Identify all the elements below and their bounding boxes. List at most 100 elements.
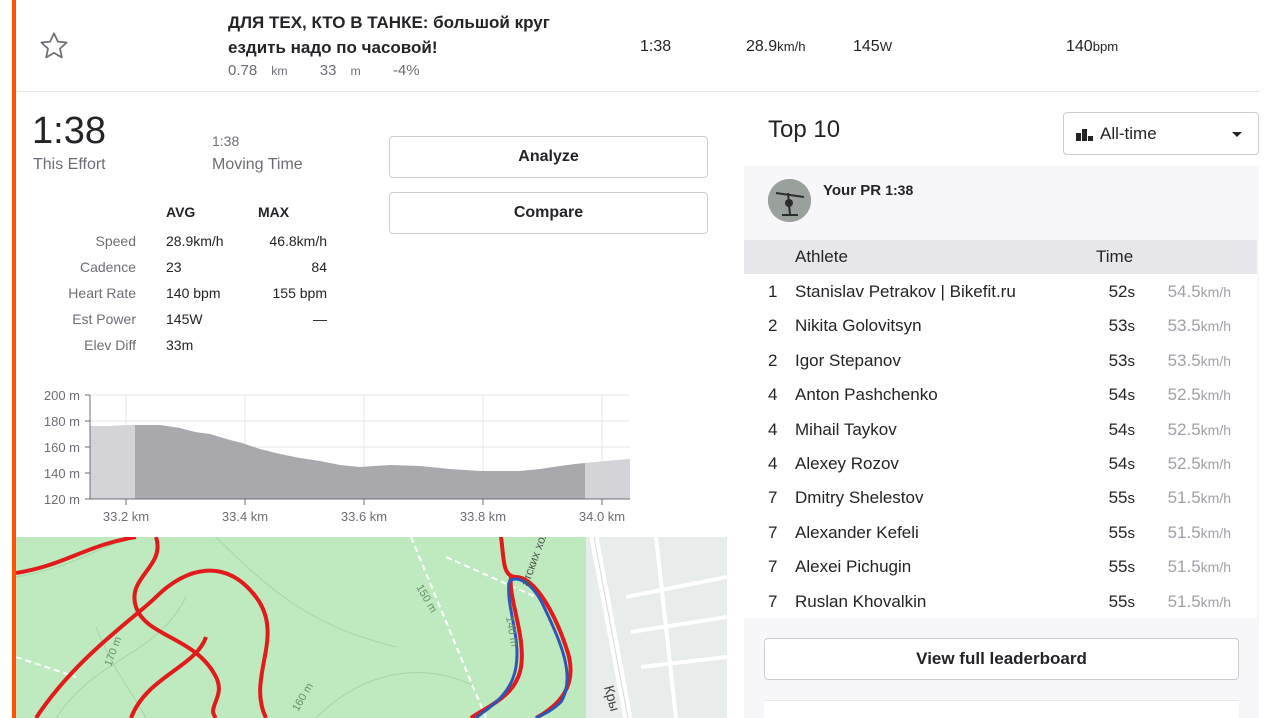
x-tick-label: 34.0 km xyxy=(579,509,625,524)
effort-time: 54s xyxy=(1108,419,1135,439)
segment-row[interactable]: ДЛЯ ТЕХ, КТО В ТАНКЕ: большой круг ездит… xyxy=(16,0,1260,92)
leaderboard-row[interactable]: 7 Alexei Pichugin 55s 51.5km/h xyxy=(744,549,1257,583)
y-tick-label: 160 m xyxy=(44,440,80,455)
rank: 2 xyxy=(768,316,778,336)
effort-speed: 52.5km/h xyxy=(1167,419,1231,439)
rank: 4 xyxy=(768,385,778,405)
x-tick-label: 33.2 km xyxy=(103,509,149,524)
leaderboard-header: Athlete Time xyxy=(744,240,1257,274)
avg-header: AVG xyxy=(166,204,196,220)
leaderboard-filter-label: All-time xyxy=(1100,124,1157,143)
leaderboard-panel: Your PR 1:38 Athlete Time 1 Stanislav Pet… xyxy=(744,166,1259,718)
leaderboard-row[interactable]: 7 Alexander Kefeli 55s 51.5km/h xyxy=(744,515,1257,549)
elevation-chart[interactable]: 200 m 180 m 160 m 140 m 120 m 33.2 km 33… xyxy=(30,385,640,530)
stat-label: Heart Rate xyxy=(68,285,136,301)
chevron-down-icon xyxy=(1232,132,1242,137)
segment-heart-rate: 140bpm xyxy=(1066,38,1119,55)
athlete-name[interactable]: Ruslan Khovalkin xyxy=(795,592,926,612)
effort-speed: 51.5km/h xyxy=(1167,557,1231,577)
stat-label: Speed xyxy=(95,233,136,249)
effort-time: 55s xyxy=(1108,591,1135,611)
leaderboard-filter-dropdown[interactable]: All-time xyxy=(1063,112,1259,155)
y-tick-label: 140 m xyxy=(44,466,80,481)
leaderboard-icon xyxy=(1076,129,1093,141)
stat-max: 84 xyxy=(311,259,327,275)
rank: 4 xyxy=(768,453,778,473)
athlete-name[interactable]: Alexander Kefeli xyxy=(795,523,919,543)
stat-max: 155 bpm xyxy=(272,285,327,301)
athlete-name[interactable]: Anton Pashchenko xyxy=(795,385,938,405)
rank: 4 xyxy=(768,419,778,439)
pr-time: 1:38 xyxy=(885,182,914,198)
stat-avg: 33m xyxy=(166,337,194,353)
map-contour-label: 150 m xyxy=(413,583,439,615)
map-contour-label: 160 m xyxy=(290,681,316,713)
y-tick-label: 180 m xyxy=(44,414,80,429)
effort-speed: 51.5km/h xyxy=(1167,488,1231,508)
leaderboard-row[interactable]: 2 Igor Stepanov 53s 53.5km/h xyxy=(744,343,1257,377)
leaderboard-row[interactable]: 1 Stanislav Petrakov | Bikefit.ru 52s 54.5k… xyxy=(744,274,1257,308)
segment-map[interactable]: 150 m 170 m 160 m 140 m атских холмах Кр… xyxy=(16,537,727,718)
leaderboard-title: Top 10 xyxy=(768,116,841,143)
moving-time: 1:38 xyxy=(212,133,240,149)
moving-time-label: Moving Time xyxy=(212,156,303,173)
header-athlete: Athlete xyxy=(795,247,848,266)
x-tick-label: 33.4 km xyxy=(222,509,268,524)
rank: 7 xyxy=(768,591,778,611)
map-canvas[interactable]: 150 m 170 m 160 m 140 m атских холмах Кр… xyxy=(16,537,727,718)
view-full-leaderboard-button[interactable]: View full leaderboard xyxy=(764,638,1239,680)
stat-avg: 140 bpm xyxy=(166,285,221,301)
leaderboard-table: 1 Stanislav Petrakov | Bikefit.ru 52s 54.5k… xyxy=(744,274,1257,618)
stat-row-est-power: Est Power 145W — xyxy=(32,311,332,331)
rank: 2 xyxy=(768,350,778,370)
elevation-area-effort xyxy=(135,425,585,499)
star-icon[interactable] xyxy=(38,30,70,62)
athlete-name[interactable]: Igor Stepanov xyxy=(795,351,901,371)
leaderboard-row[interactable]: 4 Anton Pashchenko 54s 52.5km/h xyxy=(744,377,1257,411)
x-tick-label: 33.6 km xyxy=(341,509,387,524)
effort-time: 54s xyxy=(1108,385,1135,405)
segment-speed: 28.9km/h xyxy=(746,38,806,55)
max-header: MAX xyxy=(258,204,290,220)
athlete-name[interactable]: Mihail Taykov xyxy=(795,420,897,440)
effort-speed: 52.5km/h xyxy=(1167,385,1231,405)
athlete-name[interactable]: Alexey Rozov xyxy=(795,454,899,474)
effort-speed: 51.5km/h xyxy=(1167,591,1231,611)
pr-label: Your PR xyxy=(823,182,882,199)
leaderboard-row[interactable]: 4 Mihail Taykov 54s 52.5km/h xyxy=(744,412,1257,446)
effort-speed: 54.5km/h xyxy=(1167,282,1231,301)
analyze-button[interactable]: Analyze xyxy=(389,136,708,178)
rank: 1 xyxy=(768,282,778,301)
avatar[interactable] xyxy=(768,179,811,222)
effort-speed: 51.5km/h xyxy=(1167,522,1231,542)
elevation-area-before xyxy=(90,425,135,499)
stat-max: 46.8km/h xyxy=(269,233,327,249)
athlete-name[interactable]: Stanislav Petrakov | Bikefit.ru xyxy=(795,282,1016,302)
route-line xyxy=(16,537,137,575)
leaderboard-row[interactable]: 2 Nikita Golovitsyn 53s 53.5km/h xyxy=(744,308,1257,342)
header-time: Time xyxy=(1096,247,1134,266)
stat-avg: 28.9km/h xyxy=(166,233,224,249)
athlete-name[interactable]: Alexei Pichugin xyxy=(795,557,911,577)
rank: 7 xyxy=(768,557,778,577)
leaderboard-row[interactable]: 7 Ruslan Khovalkin 55s 51.5km/h xyxy=(744,584,1257,618)
stat-avg: 23 xyxy=(166,259,182,275)
effort-time: 53s xyxy=(1108,316,1135,336)
segment-power: 145W xyxy=(853,38,893,55)
leaderboard-row[interactable]: 4 Alexey Rozov 54s 52.5km/h xyxy=(744,446,1257,480)
personal-record: Your PR 1:38 xyxy=(823,182,913,199)
rank: 7 xyxy=(768,488,778,508)
segment-grade: -4% xyxy=(392,62,420,79)
compare-button[interactable]: Compare xyxy=(389,192,708,234)
effort-time: 1:38 xyxy=(32,110,106,152)
segment-title[interactable]: ДЛЯ ТЕХ, КТО В ТАНКЕ: большой круг ездит… xyxy=(228,10,588,60)
leaderboard-row[interactable]: 7 Dmitry Shelestov 55s 51.5km/h xyxy=(744,480,1257,514)
segment-time: 1:38 xyxy=(640,38,672,55)
athlete-name[interactable]: Dmitry Shelestov xyxy=(795,488,923,508)
segment-distance: 0.78 km xyxy=(228,62,288,79)
x-tick-label: 33.8 km xyxy=(460,509,506,524)
stat-row-heart-rate: Heart Rate 140 bpm 155 bpm xyxy=(32,285,332,305)
athlete-name[interactable]: Nikita Golovitsyn xyxy=(795,316,922,336)
avatar-image xyxy=(768,179,811,222)
map-trails xyxy=(16,537,537,718)
